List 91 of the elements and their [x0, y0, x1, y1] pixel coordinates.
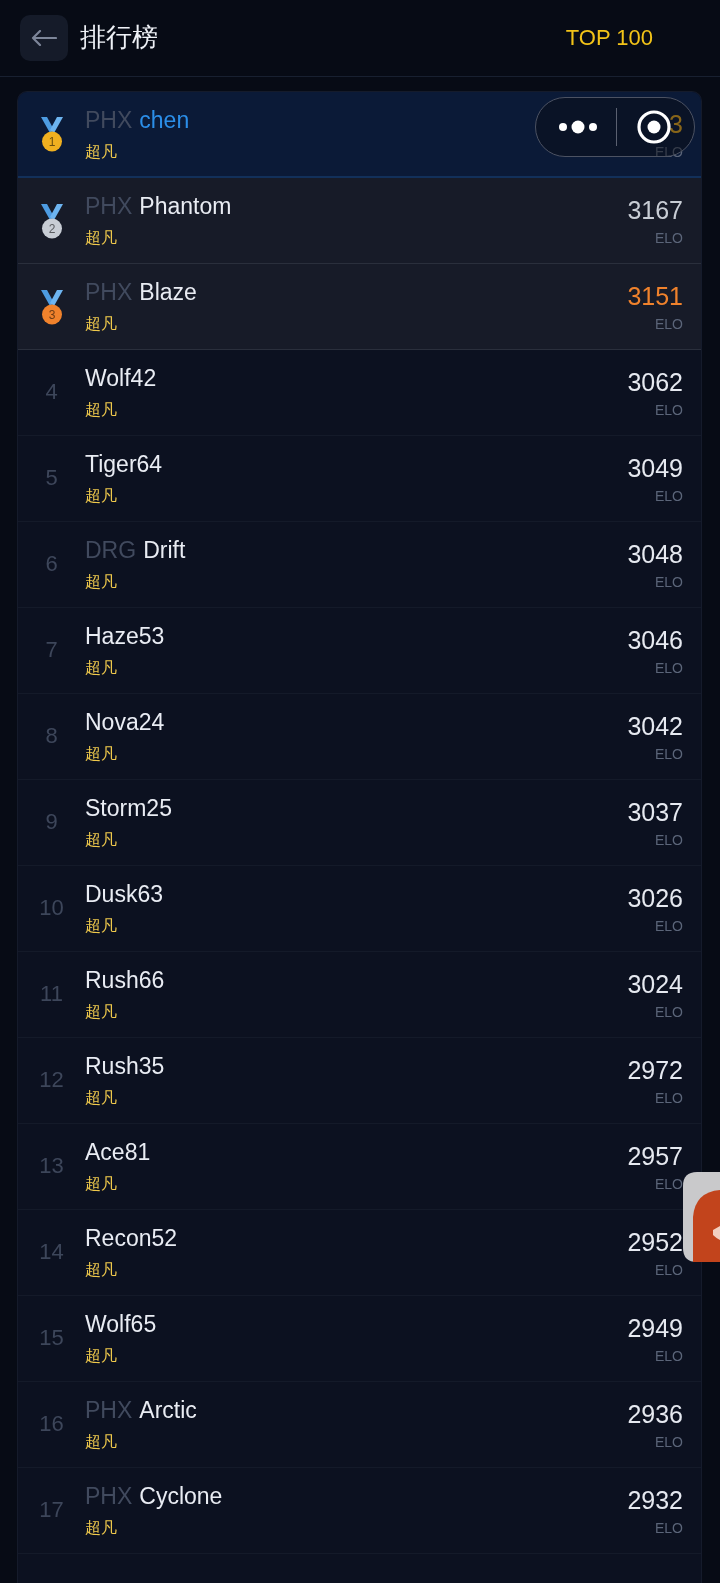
elo-score: 2952: [627, 1227, 683, 1257]
tier-label: 超凡: [85, 228, 117, 248]
elo-unit: ELO: [655, 1519, 683, 1537]
player-name[interactable]: Wolf65: [85, 1309, 157, 1339]
team-tag: DRG: [85, 535, 137, 565]
tier-label: 超凡: [85, 1088, 117, 1108]
player-name[interactable]: Phantom: [139, 191, 232, 221]
elo-unit: ELO: [655, 917, 683, 935]
tier-label: 超凡: [85, 1260, 117, 1280]
circle-dot-icon[interactable]: [637, 110, 671, 144]
elo-unit: ELO: [655, 401, 683, 419]
rank-number: 5: [45, 465, 58, 492]
elo-unit: ELO: [655, 831, 683, 849]
rank-number: 13: [39, 1153, 64, 1180]
elo-unit: ELO: [655, 1261, 683, 1279]
player-name[interactable]: Storm25: [85, 793, 172, 823]
tier-label: 超凡: [85, 400, 117, 420]
tier-label: 超凡: [85, 658, 117, 678]
rank-number: 14: [39, 1239, 64, 1266]
rank-number: 7: [45, 637, 58, 664]
player-name[interactable]: Tiger64: [85, 449, 163, 479]
elo-unit: ELO: [655, 1175, 683, 1193]
elo-unit: ELO: [655, 1089, 683, 1107]
page-title: 排行榜: [80, 22, 158, 54]
elo-score: 3151: [627, 281, 683, 311]
team-tag: PHX: [85, 1481, 133, 1511]
player-name[interactable]: Rush66: [85, 965, 165, 995]
back-arrow-icon: [31, 30, 57, 46]
rank-number: 9: [45, 809, 58, 836]
elo-unit: ELO: [655, 487, 683, 505]
floating-app-icon[interactable]: [683, 1172, 720, 1262]
rank-number: 4: [45, 379, 58, 406]
elo-score: 3049: [627, 453, 683, 483]
elo-score: 2936: [627, 1399, 683, 1429]
player-name[interactable]: Rush35: [85, 1051, 165, 1081]
rank-number: 15: [39, 1325, 64, 1352]
player-name[interactable]: chen: [139, 105, 190, 135]
top-count-label: TOP 100: [565, 24, 653, 52]
player-name[interactable]: Nova24: [85, 707, 165, 737]
elo-score: 3042: [627, 711, 683, 741]
player-name[interactable]: Cyclone: [139, 1481, 223, 1511]
elo-score: 3167: [627, 195, 683, 225]
tier-label: 超凡: [85, 1346, 117, 1366]
tier-label: 超凡: [85, 916, 117, 936]
elo-unit: ELO: [655, 659, 683, 677]
player-name[interactable]: Blaze: [139, 277, 197, 307]
rank-number: 6: [45, 551, 58, 578]
more-icon[interactable]: [558, 120, 598, 134]
elo-score: 2972: [627, 1055, 683, 1085]
elo-unit: ELO: [655, 229, 683, 247]
team-tag: PHX: [85, 1395, 133, 1425]
player-name[interactable]: Drift: [143, 535, 186, 565]
elo-score: 3062: [627, 367, 683, 397]
elo-score: 2957: [627, 1141, 683, 1171]
elo-unit: ELO: [655, 315, 683, 333]
elo-score: 2932: [627, 1485, 683, 1515]
back-button[interactable]: [20, 15, 68, 61]
tier-label: 超凡: [85, 1432, 117, 1452]
tier-label: 超凡: [85, 1174, 117, 1194]
player-name[interactable]: Wolf42: [85, 363, 157, 393]
elo-unit: ELO: [655, 1003, 683, 1021]
player-name[interactable]: Dusk63: [85, 879, 163, 909]
elo-unit: ELO: [655, 1347, 683, 1365]
tier-label: 超凡: [85, 572, 117, 592]
rank-number: 11: [40, 981, 63, 1008]
elo-score: 2949: [627, 1313, 683, 1343]
rank-number: 17: [39, 1497, 64, 1524]
rank-number: 8: [45, 723, 58, 750]
elo-score: 3024: [627, 969, 683, 999]
tier-label: 超凡: [85, 314, 117, 334]
player-name[interactable]: Ace81: [85, 1137, 151, 1167]
elo-score: 3037: [627, 797, 683, 827]
rank-number: 12: [39, 1067, 64, 1094]
elo-unit: ELO: [655, 745, 683, 763]
elo-unit: ELO: [655, 1433, 683, 1451]
rank-number: 16: [39, 1411, 64, 1438]
elo-score: 3026: [627, 883, 683, 913]
tier-label: 超凡: [85, 142, 117, 162]
tier-label: 超凡: [85, 486, 117, 506]
elo-score: 3048: [627, 539, 683, 569]
tier-label: 超凡: [85, 830, 117, 850]
player-name[interactable]: Arctic: [139, 1395, 197, 1425]
player-name[interactable]: Recon52: [85, 1223, 178, 1253]
rank-number: 10: [39, 895, 64, 922]
elo-score: 3: [669, 109, 683, 139]
elo-score: 3046: [627, 625, 683, 655]
player-name[interactable]: Haze53: [85, 621, 165, 651]
tier-label: 超凡: [85, 1002, 117, 1022]
tier-label: 超凡: [85, 1518, 117, 1538]
tier-label: 超凡: [85, 744, 117, 764]
elo-unit: ELO: [655, 573, 683, 591]
